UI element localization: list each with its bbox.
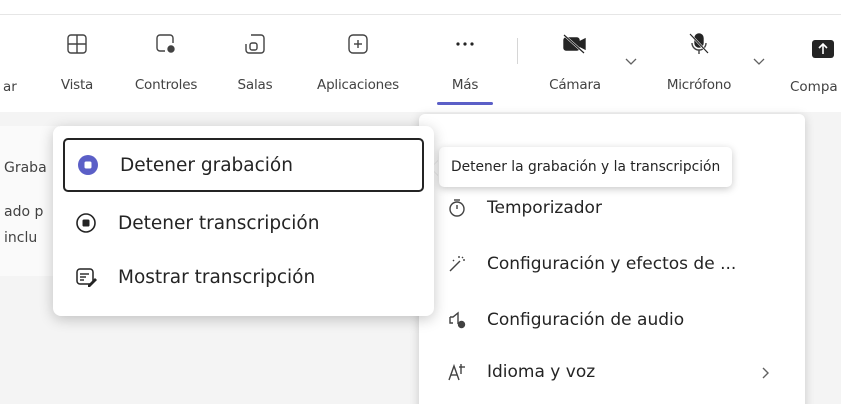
add-app-icon — [346, 24, 370, 64]
toolbar-share-label[interactable]: Compa — [790, 79, 838, 95]
transcript-icon — [75, 266, 97, 288]
background-text-1: Graba — [4, 160, 47, 176]
background-text-3: inclu — [4, 230, 38, 246]
toolbar-mic-label: Micrófono — [666, 77, 732, 93]
stop-transcription-icon — [75, 212, 97, 234]
toolbar-view-button[interactable]: Vista — [55, 24, 99, 104]
menu-item-stop-transcription-label: Detener transcripción — [118, 212, 320, 234]
background-text-2: ado p — [4, 204, 44, 220]
active-tab-indicator — [437, 102, 493, 105]
toolbar-more-button[interactable]: Más — [438, 24, 492, 104]
mic-off-icon — [687, 24, 711, 64]
menu-item-audio[interactable]: Configuración de audio — [419, 298, 805, 342]
effects-wand-icon — [447, 254, 467, 274]
menu-item-language-label: Idioma y voz — [487, 362, 596, 382]
toolbar-view-label: Vista — [60, 77, 94, 93]
menu-item-show-transcript[interactable]: Mostrar transcripción — [63, 250, 424, 304]
shield-gear-icon — [154, 24, 178, 64]
toolbar-partial-left-label[interactable]: ar — [3, 79, 17, 95]
menu-item-timer[interactable]: Temporizador — [419, 186, 805, 230]
speaker-gear-icon — [447, 310, 467, 330]
mic-options-chevron-icon[interactable] — [752, 52, 766, 65]
share-icon[interactable] — [812, 40, 834, 58]
menu-item-stop-recording[interactable]: Detener grabación — [63, 138, 424, 192]
toolbar-apps-button[interactable]: Aplicaciones — [306, 24, 410, 104]
menu-item-audio-label: Configuración de audio — [487, 310, 685, 330]
camera-off-icon — [561, 24, 589, 64]
breakout-rooms-icon — [243, 24, 267, 64]
toolbar-controls-label: Controles — [134, 77, 198, 93]
toolbar-rooms-button[interactable]: Salas — [233, 24, 277, 104]
recording-submenu: Detener grabación Detener transcripción … — [53, 126, 434, 316]
toolbar-apps-label: Aplicaciones — [317, 77, 399, 93]
toolbar-camera-button[interactable]: Cámara — [540, 24, 610, 104]
toolbar-mic-button[interactable]: Micrófono — [654, 24, 744, 104]
menu-item-stop-transcription[interactable]: Detener transcripción — [63, 196, 424, 250]
language-icon — [447, 362, 467, 382]
menu-item-show-transcript-label: Mostrar transcripción — [118, 266, 316, 288]
grid-icon — [66, 24, 88, 64]
toolbar-more-label: Más — [451, 77, 479, 93]
background-panel: Graba ado p inclu — [0, 126, 60, 276]
tooltip: Detener la grabación y la transcripción — [439, 147, 733, 187]
menu-item-stop-recording-label: Detener grabación — [120, 154, 293, 176]
camera-options-chevron-icon[interactable] — [624, 52, 638, 65]
menu-item-timer-label: Temporizador — [487, 198, 602, 218]
menu-item-effects-label: Configuración y efectos de ... — [487, 254, 737, 274]
toolbar-divider — [517, 38, 518, 64]
menu-item-language[interactable]: Idioma y voz — [419, 350, 805, 394]
menu-item-effects[interactable]: Configuración y efectos de ... — [419, 242, 805, 286]
toolbar-controls-button[interactable]: Controles — [126, 24, 206, 104]
timer-icon — [447, 198, 467, 218]
more-icon — [453, 24, 477, 64]
stop-record-icon — [77, 154, 99, 176]
chevron-right-icon — [761, 365, 771, 379]
toolbar-camera-label: Cámara — [549, 77, 601, 93]
toolbar-rooms-label: Salas — [237, 77, 273, 93]
